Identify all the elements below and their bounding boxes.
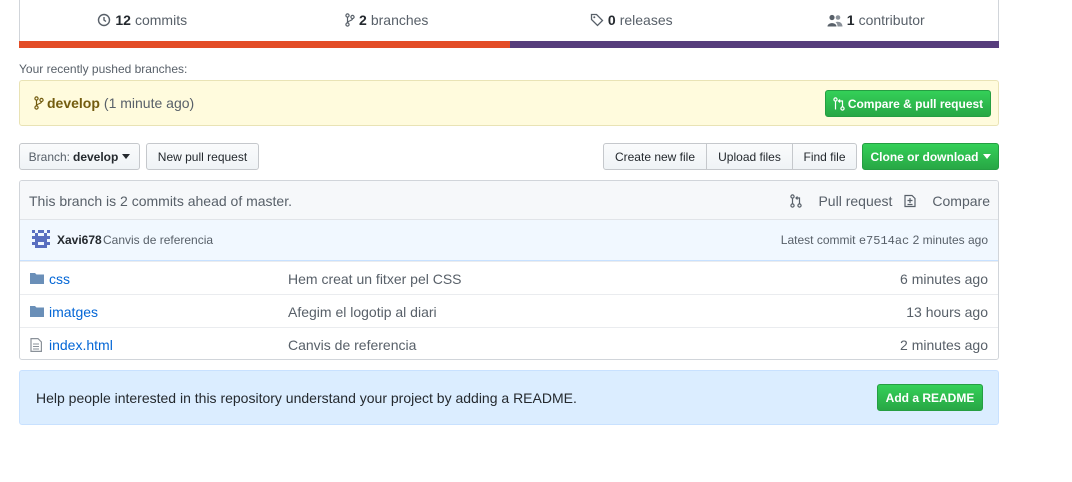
file-commit-message[interactable]: Afegim el logotip al diari (288, 304, 437, 320)
language-segment-css[interactable] (510, 41, 999, 48)
recent-branch-name[interactable]: develop (47, 95, 100, 111)
branches-link[interactable]: 2 branches (265, 0, 510, 41)
file-row: css Hem creat un fitxer pel CSS 6 minute… (20, 261, 998, 295)
recent-branch-info: develop (1 minute ago) (34, 95, 194, 111)
file-name-link[interactable]: css (49, 271, 70, 287)
file-actions-group: Create new file Upload files Find file (603, 143, 857, 170)
compare-label: Compare (932, 193, 990, 209)
file-name-link[interactable]: index.html (49, 337, 113, 353)
compare-pull-request-button[interactable]: Compare & pull request (825, 90, 991, 117)
clone-or-download-button[interactable]: Clone or download (862, 143, 999, 170)
contributors-link[interactable]: 1 contributor (754, 0, 999, 41)
file-commit-message[interactable]: Hem creat un fitxer pel CSS (288, 271, 462, 287)
recent-branches-label: Your recently pushed branches: (19, 62, 188, 76)
git-pull-request-icon (790, 194, 803, 208)
file-navigation-box: This branch is 2 commits ahead of master… (19, 180, 999, 360)
history-icon (98, 13, 111, 27)
contributors-count: 1 (846, 12, 855, 28)
file-commit-message[interactable]: Canvis de referencia (288, 337, 416, 353)
compare-link[interactable]: Compare (904, 193, 990, 209)
recent-branch-banner: develop (1 minute ago) Compare & pull re… (19, 80, 999, 126)
caret-down-icon (122, 154, 131, 159)
diff-icon (904, 194, 917, 208)
commit-time: 2 minutes ago (912, 233, 988, 247)
add-readme-button[interactable]: Add a README (877, 384, 983, 411)
commit-sha[interactable]: e7514ac (859, 234, 909, 248)
pull-request-link[interactable]: Pull request (790, 193, 892, 209)
branch-name: develop (73, 149, 119, 164)
file-name-link[interactable]: imatges (49, 304, 98, 320)
avatar[interactable] (32, 230, 50, 248)
latest-commit-bar: Xavi678 Canvis de referencia Latest comm… (20, 220, 998, 261)
releases-link[interactable]: 0 releases (509, 0, 754, 41)
tag-icon (590, 13, 604, 27)
folder-icon (30, 306, 44, 317)
find-file-button[interactable]: Find file (792, 143, 857, 170)
latest-commit-prefix: Latest commit (780, 233, 856, 247)
create-new-file-button[interactable]: Create new file (603, 143, 707, 170)
pull-request-label: Pull request (818, 193, 893, 209)
folder-icon (30, 273, 44, 284)
git-branch-icon (34, 96, 44, 110)
repo-summary-bar: 12 commits 2 branches 0 releases 1 contr… (19, 0, 999, 41)
file-age: 2 minutes ago (900, 337, 988, 353)
recent-branch-time: (1 minute ago) (103, 95, 195, 111)
upload-files-button[interactable]: Upload files (706, 143, 793, 170)
contributors-label: contributor (858, 12, 925, 28)
file-row: imatges Afegim el logotip al diari 13 ho… (20, 294, 998, 328)
file-age: 13 hours ago (906, 304, 988, 320)
branch-status-links: Pull request Compare (778, 193, 990, 209)
file-age: 6 minutes ago (900, 271, 988, 287)
commits-label: commits (134, 12, 188, 28)
people-icon (827, 14, 843, 26)
branch-status-bar: This branch is 2 commits ahead of master… (20, 181, 998, 220)
language-bar[interactable] (19, 41, 999, 48)
latest-commit-info: Latest commit e7514ac 2 minutes ago (781, 233, 988, 248)
compare-pull-request-label: Compare & pull request (847, 96, 984, 111)
branch-select-button[interactable]: Branch: develop (19, 143, 140, 170)
commit-message[interactable]: Canvis de referencia (103, 233, 213, 247)
branches-label: branches (370, 12, 429, 28)
commit-author[interactable]: Xavi678 (57, 233, 102, 247)
clone-label: Clone or download (870, 149, 979, 164)
commits-count: 12 (115, 12, 131, 28)
releases-label: releases (619, 12, 673, 28)
git-compare-icon (833, 96, 845, 111)
language-segment-html[interactable] (19, 41, 510, 48)
branch-prefix: Branch: (28, 149, 70, 164)
file-icon (30, 338, 42, 352)
releases-count: 0 (607, 12, 616, 28)
new-pull-request-button[interactable]: New pull request (146, 143, 259, 170)
git-branch-icon (345, 13, 355, 27)
caret-down-icon (982, 154, 991, 159)
readme-prompt-text: Help people interested in this repositor… (36, 390, 577, 406)
commits-link[interactable]: 12 commits (20, 0, 265, 41)
file-row: index.html Canvis de referencia 2 minute… (20, 327, 998, 359)
readme-prompt: Help people interested in this repositor… (19, 370, 999, 425)
branches-count: 2 (359, 12, 367, 28)
branch-ahead-message: This branch is 2 commits ahead of master… (29, 193, 292, 209)
